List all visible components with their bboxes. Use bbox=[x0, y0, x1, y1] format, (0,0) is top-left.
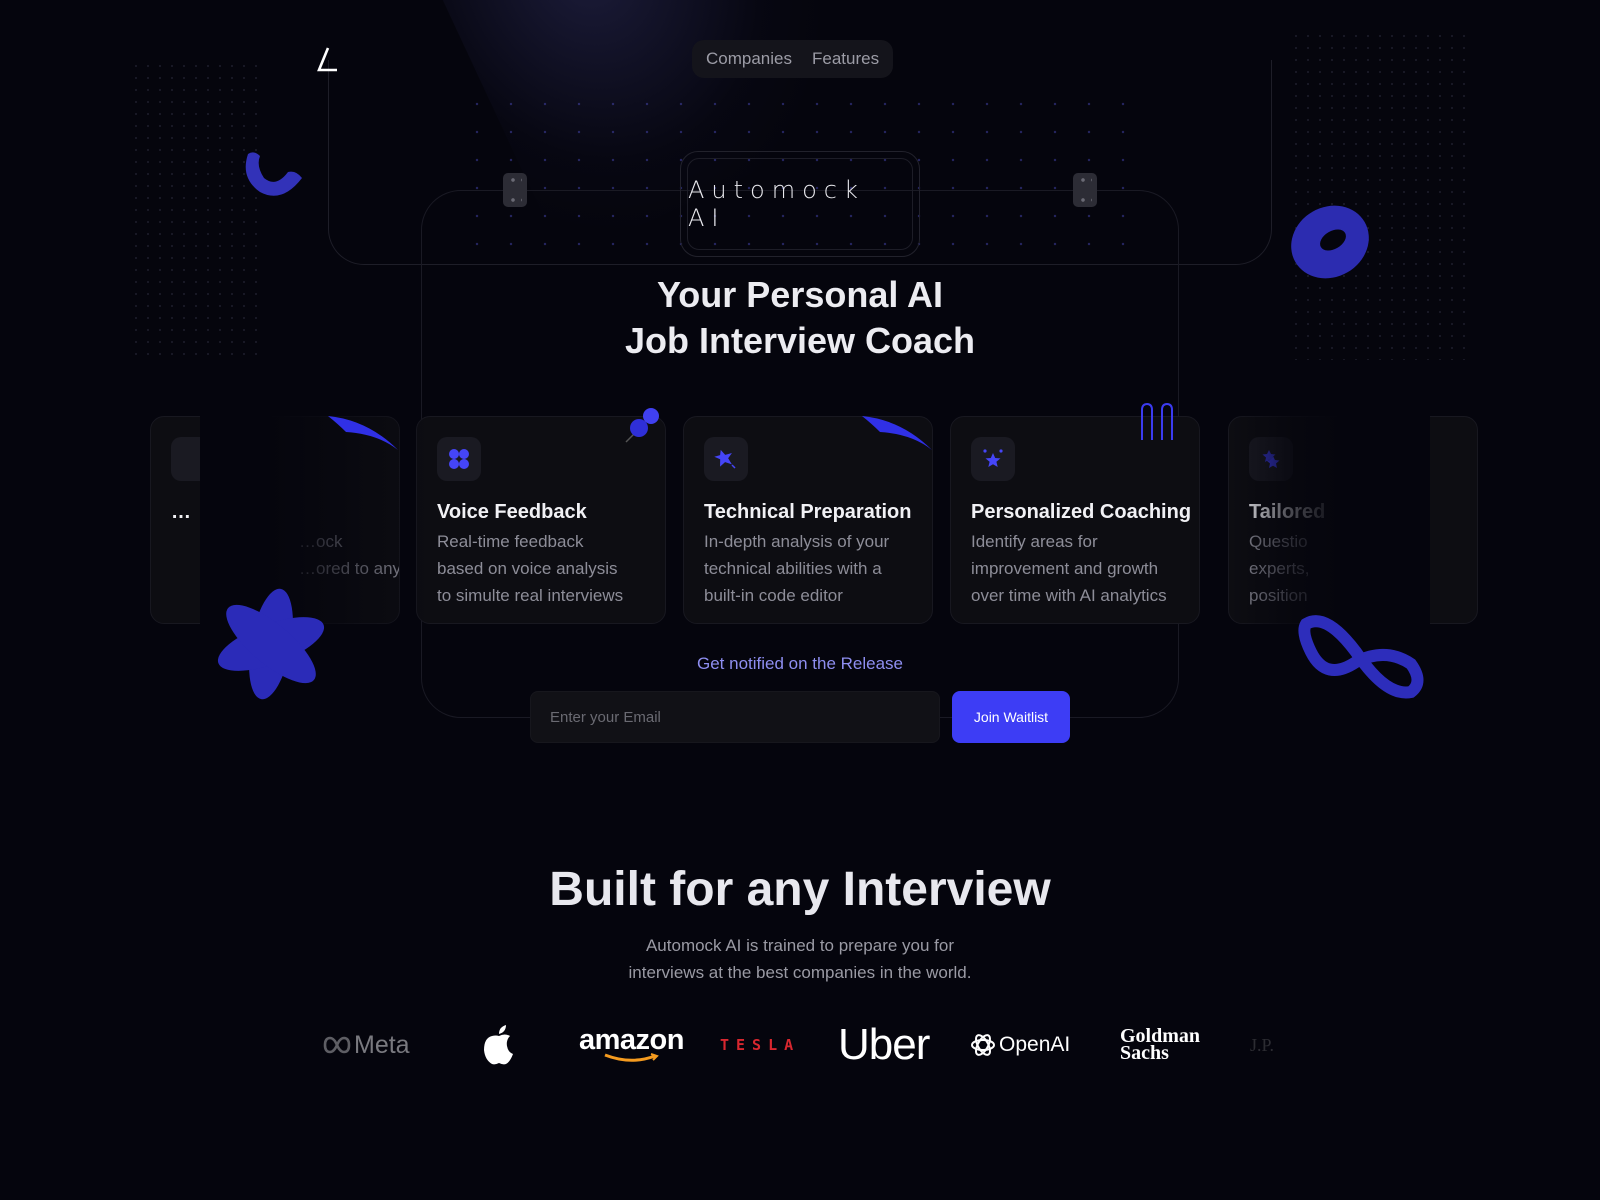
feature-desc-line: Real-time feedback bbox=[437, 532, 584, 551]
feature-icon-box bbox=[704, 437, 748, 481]
logo-amazon: amazon bbox=[579, 1020, 684, 1070]
feature-icon-box bbox=[437, 437, 481, 481]
company-logos: Meta amazon TESLA Uber OpenAI Goldman Sa… bbox=[0, 1020, 1600, 1070]
blob-crescent-decoration bbox=[245, 152, 302, 196]
feature-card-voice-feedback[interactable]: Voice Feedback Real-time feedback based o… bbox=[416, 416, 666, 624]
meta-infinity-icon bbox=[323, 1036, 351, 1054]
blob-torus-decoration bbox=[1291, 205, 1369, 279]
hero-title-line2: Job Interview Coach bbox=[624, 320, 976, 361]
logo-uber: Uber bbox=[838, 1020, 930, 1069]
feature-desc-line: experts, bbox=[1249, 559, 1310, 578]
feature-desc-line: based on voice analysis bbox=[437, 559, 618, 578]
top-nav: Companies Features bbox=[692, 40, 894, 78]
logo-jp-morgan: J.P. bbox=[1250, 1034, 1275, 1055]
shooting-star-icon bbox=[714, 449, 736, 469]
join-waitlist-button[interactable]: Join Waitlist bbox=[952, 691, 1070, 743]
partial-icon bbox=[171, 437, 215, 481]
nav-companies[interactable]: Companies bbox=[706, 49, 792, 69]
hero-title-line1: Your Personal AI bbox=[656, 274, 944, 315]
feature-icon-box bbox=[1249, 437, 1293, 481]
logo-goldman-sachs: Goldman Sachs bbox=[1120, 1025, 1201, 1064]
feature-title: Tailored bbox=[1249, 501, 1326, 523]
sparkle-star-icon bbox=[983, 449, 1003, 467]
clip-left bbox=[503, 173, 527, 207]
companies-title: Built for any Interview bbox=[549, 863, 1051, 916]
dot-pattern-right bbox=[1290, 30, 1470, 360]
hero-title: Your Personal AI Job Interview Coach bbox=[500, 272, 1100, 364]
apple-icon bbox=[484, 1025, 513, 1065]
dot-pattern-left bbox=[130, 60, 260, 360]
companies-subtitle-line1: Automock AI is trained to prepare you fo… bbox=[645, 936, 955, 955]
feature-desc-line: …ock bbox=[299, 532, 343, 551]
nav-features[interactable]: Features bbox=[812, 49, 879, 69]
clip-right bbox=[1073, 173, 1097, 207]
feature-title: … bbox=[171, 501, 191, 523]
automock-logo-icon[interactable] bbox=[316, 46, 340, 72]
logo-meta: Meta bbox=[322, 1020, 410, 1070]
feature-title: Technical Preparation bbox=[704, 501, 912, 523]
logo-apple bbox=[481, 1020, 517, 1070]
amazon-arrow-icon bbox=[604, 1053, 660, 1062]
feature-card-personalized-coaching[interactable]: Personalized Coaching Identify areas for… bbox=[950, 416, 1200, 624]
feature-card-technical-preparation[interactable]: Technical Preparation In-depth analysis … bbox=[683, 416, 933, 624]
feature-card-tailored[interactable]: Tailored Questio experts, position bbox=[1228, 416, 1478, 624]
feature-desc-line: Identify areas for bbox=[971, 532, 1098, 551]
blob-infinity-decoration bbox=[1298, 615, 1424, 699]
feature-card-partial-left[interactable]: … …ock …ored to any bbox=[150, 416, 400, 624]
brand-box: Automock AI bbox=[680, 151, 920, 257]
feature-desc-line: to simulte real interviews bbox=[437, 586, 624, 605]
feature-desc-line: improvement and growth bbox=[971, 559, 1159, 578]
feature-desc-line: over time with AI analytics bbox=[971, 586, 1167, 605]
companies-subtitle-line2: interviews at the best companies in the … bbox=[628, 963, 972, 982]
email-input[interactable] bbox=[530, 691, 940, 743]
notify-label: Get notified on the Release bbox=[696, 654, 904, 673]
feature-desc-line: In-depth analysis of your bbox=[704, 532, 890, 551]
feature-desc-line: built-in code editor bbox=[704, 586, 843, 605]
four-petal-icon bbox=[449, 449, 469, 469]
feature-icon-box bbox=[971, 437, 1015, 481]
feature-desc-line: technical abilities with a bbox=[704, 559, 882, 578]
brand-name: Automock AI bbox=[688, 176, 865, 232]
companies-subtitle: Automock AI is trained to prepare you fo… bbox=[550, 932, 1050, 986]
feature-title: Personalized Coaching bbox=[971, 501, 1192, 523]
logo-tesla: TESLA bbox=[720, 1036, 801, 1054]
stacked-stars-icon bbox=[1262, 450, 1280, 468]
feature-desc-line: position bbox=[1249, 586, 1308, 605]
feature-desc-line: Questio bbox=[1249, 532, 1308, 551]
logo-openai: OpenAI bbox=[970, 1020, 1070, 1070]
openai-icon bbox=[971, 1034, 995, 1056]
feature-desc-line: …ored to any bbox=[299, 559, 400, 578]
feature-title: Voice Feedback bbox=[437, 501, 587, 523]
feature-carousel: … …ock …ored to any Voice Feedback Real-t… bbox=[0, 416, 1600, 624]
